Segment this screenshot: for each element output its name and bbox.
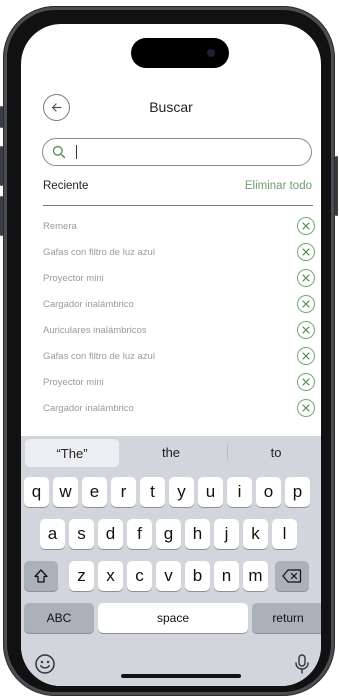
abc-key[interactable]: ABC [24,603,94,633]
key-t[interactable]: t [140,477,165,507]
list-item[interactable]: Gafas con filtro de luz azul [43,242,315,268]
dynamic-island [131,38,229,68]
phone-frame: Buscar Reciente Eliminar todo Remera Gaf… [0,6,338,696]
key-l[interactable]: l [272,519,297,549]
recent-item-label: Auriculares inalámbricos [43,325,147,336]
close-icon [302,326,310,334]
key-r[interactable]: r [111,477,136,507]
remove-button[interactable] [297,243,315,261]
volume-down-button [0,196,3,236]
screen: Buscar Reciente Eliminar todo Remera Gaf… [21,24,321,686]
key-k[interactable]: k [243,519,268,549]
key-e[interactable]: e [82,477,107,507]
recent-item-label: Gafas con filtro de luz azul [43,351,155,362]
key-v[interactable]: v [156,561,181,591]
key-a[interactable]: a [40,519,65,549]
power-button [335,156,338,216]
list-item[interactable]: Remera [43,216,315,242]
page-title: Buscar [149,99,193,115]
list-item[interactable]: Proyector mini [43,268,315,294]
dictation-button[interactable] [291,652,313,676]
recent-item-label: Cargador inalámbrico [43,403,134,414]
key-w[interactable]: w [53,477,78,507]
text-caret [76,145,77,159]
emoji-icon [35,654,55,674]
key-u[interactable]: u [198,477,223,507]
key-p[interactable]: p [285,477,310,507]
home-indicator [121,674,241,678]
clear-all-link[interactable]: Eliminar todo [245,180,312,192]
list-item[interactable]: Gafas con filtro de luz azul [43,346,315,372]
close-icon [302,352,310,360]
search-input[interactable] [83,142,307,164]
close-icon [302,300,310,308]
key-c[interactable]: c [127,561,152,591]
remove-button[interactable] [297,217,315,235]
key-q[interactable]: q [24,477,49,507]
close-icon [302,274,310,282]
recent-item-label: Cargador inalámbrico [43,299,134,310]
remove-button[interactable] [297,269,315,287]
key-o[interactable]: o [256,477,281,507]
backspace-icon [282,569,302,583]
remove-button[interactable] [297,321,315,339]
search-icon [52,145,66,159]
key-i[interactable]: i [227,477,252,507]
recent-item-label: Proyector mini [43,273,104,284]
space-key[interactable]: space [98,603,248,633]
suggestion-2[interactable]: the [121,436,221,468]
remove-button[interactable] [297,373,315,391]
recent-item-label: Proyector mini [43,377,104,388]
suggestion-3[interactable]: to [231,436,321,468]
key-j[interactable]: j [214,519,239,549]
delete-key[interactable] [275,561,309,591]
mute-switch [0,106,3,128]
microphone-icon [295,654,309,674]
recent-item-label: Gafas con filtro de luz azul [43,247,155,258]
key-m[interactable]: m [243,561,268,591]
remove-button[interactable] [297,399,315,417]
suggestion-1[interactable]: “The” [25,439,119,467]
list-item[interactable]: Cargador inalámbrico [43,294,315,320]
phone-bezel: Buscar Reciente Eliminar todo Remera Gaf… [7,10,331,692]
key-x[interactable]: x [98,561,123,591]
key-z[interactable]: z [69,561,94,591]
remove-button[interactable] [297,295,315,313]
remove-button[interactable] [297,347,315,365]
recent-heading: Reciente [43,180,89,192]
close-icon [302,404,310,412]
search-field[interactable] [42,138,312,166]
recent-item-label: Remera [43,221,77,232]
suggestion-separator [227,444,228,460]
list-item[interactable]: Cargador inalámbrico [43,398,315,424]
key-n[interactable]: n [214,561,239,591]
list-item[interactable]: Proyector mini [43,372,315,398]
volume-up-button [0,146,3,186]
key-d[interactable]: d [98,519,123,549]
keyboard: “The” the to q w e r t y u i o p a s d f [21,436,321,686]
key-h[interactable]: h [185,519,210,549]
close-icon [302,378,310,386]
shift-key[interactable] [24,561,58,591]
list-item[interactable]: Auriculares inalámbricos [43,320,315,346]
recent-list: Remera Gafas con filtro de luz azul Proy… [43,216,315,424]
emoji-button[interactable] [33,652,57,676]
return-key[interactable]: return [252,603,321,633]
divider [43,205,313,206]
key-g[interactable]: g [156,519,181,549]
key-f[interactable]: f [127,519,152,549]
close-icon [302,248,310,256]
close-icon [302,222,310,230]
shift-icon [34,569,48,583]
key-y[interactable]: y [169,477,194,507]
key-s[interactable]: s [69,519,94,549]
key-b[interactable]: b [185,561,210,591]
